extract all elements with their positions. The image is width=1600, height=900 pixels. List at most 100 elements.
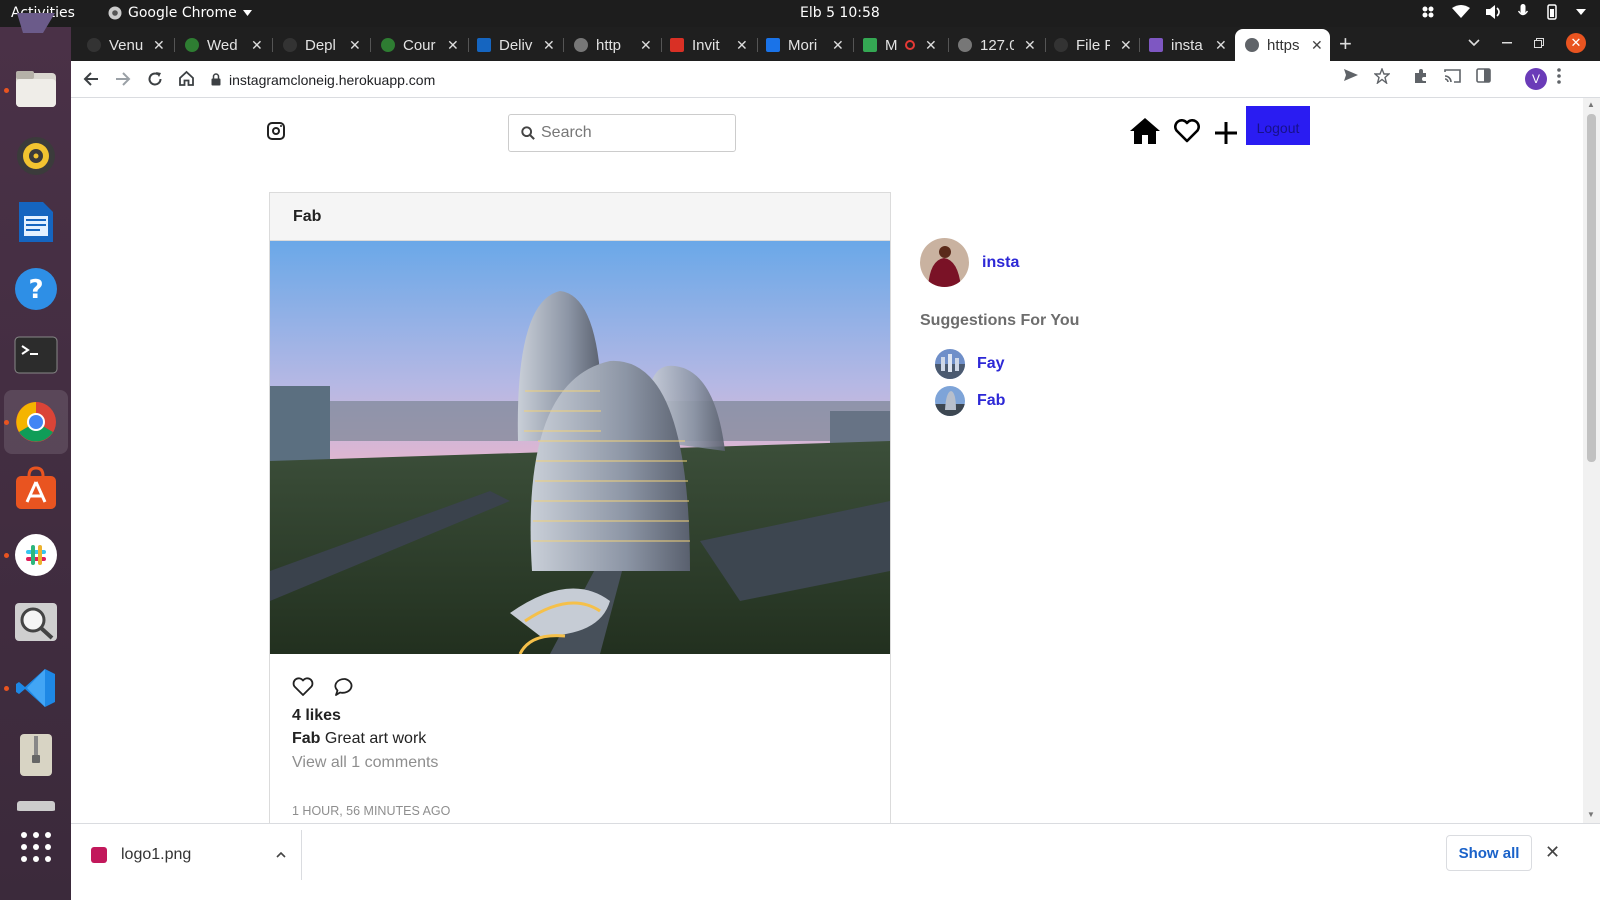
download-filename[interactable]: logo1.png: [121, 846, 191, 864]
tab-close-icon[interactable]: ✕: [1311, 37, 1323, 54]
new-tab-button[interactable]: +: [1339, 31, 1352, 57]
tab[interactable]: Wed ✕: [185, 29, 263, 61]
heart-icon[interactable]: [1173, 119, 1201, 143]
tab-active[interactable]: https ✕: [1235, 29, 1330, 61]
post-image[interactable]: [270, 241, 890, 654]
slack-tray-icon[interactable]: [1420, 4, 1436, 20]
tab-close-icon[interactable]: ✕: [640, 37, 652, 54]
caption-username[interactable]: Fab: [292, 730, 320, 747]
like-heart-icon[interactable]: [292, 677, 314, 697]
volume-icon[interactable]: [1486, 5, 1502, 19]
wifi-icon[interactable]: [1452, 5, 1470, 19]
instagram-logo-icon[interactable]: [267, 122, 285, 140]
system-menu-caret-icon[interactable]: [1576, 9, 1586, 15]
scroll-up-arrow-icon[interactable]: ▲: [1587, 100, 1595, 109]
more-vertical-icon[interactable]: [1557, 68, 1561, 84]
minimize-icon[interactable]: [1502, 42, 1512, 44]
dock-terminal[interactable]: [13, 332, 59, 378]
extensions-puzzle-icon[interactable]: [1413, 68, 1429, 84]
back-arrow-icon[interactable]: [83, 71, 99, 87]
tab[interactable]: File F ✕: [1054, 29, 1132, 61]
tab-close-icon[interactable]: ✕: [251, 37, 263, 54]
lock-icon[interactable]: [211, 73, 221, 86]
tab-close-icon[interactable]: ✕: [1120, 37, 1132, 54]
system-tray[interactable]: [1420, 4, 1586, 20]
suggestion-item[interactable]: Fay: [935, 349, 1005, 379]
tab-close-icon[interactable]: ✕: [832, 37, 844, 54]
search-box[interactable]: [508, 114, 736, 152]
dock-libreoffice-writer[interactable]: [13, 199, 59, 245]
page-scrollbar[interactable]: ▲ ▼: [1583, 98, 1600, 823]
tab-close-icon[interactable]: ✕: [153, 37, 165, 54]
tab-search-chevron-icon[interactable]: [1468, 39, 1480, 47]
forward-arrow-icon[interactable]: [115, 71, 131, 87]
show-all-button[interactable]: Show all: [1446, 835, 1532, 871]
url-text[interactable]: instagramcloneig.herokuapp.com: [229, 72, 435, 88]
tab[interactable]: insta ✕: [1149, 29, 1227, 61]
suggestion-item[interactable]: Fab: [935, 386, 1005, 416]
battery-icon[interactable]: [1544, 4, 1560, 20]
address-bar[interactable]: instagramcloneig.herokuapp.com: [211, 65, 1471, 94]
post-likes-count[interactable]: 4 likes: [292, 707, 341, 725]
tab-close-icon[interactable]: ✕: [925, 37, 937, 54]
download-item[interactable]: logo1.png: [91, 844, 303, 866]
tab[interactable]: Venu ✕: [87, 29, 165, 61]
avatar[interactable]: [935, 386, 965, 416]
tab[interactable]: Deliv ✕: [477, 29, 555, 61]
post-author[interactable]: Fab: [270, 193, 890, 241]
show-applications-button[interactable]: [13, 824, 59, 870]
microphone-icon[interactable]: [1518, 4, 1528, 20]
dock-google-chrome[interactable]: [13, 399, 59, 445]
dock-slack[interactable]: [13, 532, 59, 578]
tab-close-icon[interactable]: ✕: [447, 37, 459, 54]
suggestion-username[interactable]: Fab: [977, 392, 1005, 410]
scrollbar-thumb[interactable]: [1587, 114, 1596, 462]
tab-close-icon[interactable]: ✕: [543, 37, 555, 54]
current-username[interactable]: insta: [982, 254, 1019, 272]
tab-close-icon[interactable]: ✕: [349, 37, 361, 54]
tab[interactable]: Cour ✕: [381, 29, 459, 61]
tab[interactable]: M ✕: [863, 29, 937, 61]
chevron-up-icon[interactable]: [275, 849, 287, 861]
tab[interactable]: Mori ✕: [766, 29, 844, 61]
bookmark-star-icon[interactable]: [1374, 68, 1390, 84]
close-icon[interactable]: ✕: [1545, 842, 1560, 863]
logout-button[interactable]: Logout: [1246, 106, 1310, 145]
side-panel-icon[interactable]: [1476, 68, 1491, 83]
app-menu[interactable]: Google Chrome: [108, 5, 252, 21]
window-close-icon[interactable]: ✕: [1566, 33, 1586, 53]
tab[interactable]: Depl ✕: [283, 29, 361, 61]
dock-image-viewer[interactable]: [13, 599, 59, 645]
restore-icon[interactable]: [1534, 38, 1544, 48]
dock-partial-app-icon[interactable]: [13, 5, 59, 51]
dock-rhythmbox[interactable]: [13, 133, 59, 179]
profile-avatar[interactable]: V: [1525, 68, 1547, 90]
dock-archive-manager[interactable]: [13, 732, 59, 778]
clock[interactable]: Elb 5 10:58: [800, 5, 880, 21]
tab-close-icon[interactable]: ✕: [1024, 37, 1036, 54]
dock-help[interactable]: ?: [13, 266, 59, 312]
tab[interactable]: Invit ✕: [670, 29, 748, 61]
reload-icon[interactable]: [147, 71, 163, 87]
home-icon[interactable]: [1129, 117, 1161, 145]
suggestion-username[interactable]: Fay: [977, 355, 1005, 373]
send-icon[interactable]: [1343, 68, 1359, 82]
search-input[interactable]: [541, 124, 721, 142]
dock-files[interactable]: [13, 66, 59, 112]
dock-vscode[interactable]: [13, 665, 59, 711]
avatar[interactable]: [935, 349, 965, 379]
current-user[interactable]: insta: [920, 238, 1019, 287]
plus-icon[interactable]: [1214, 121, 1238, 145]
home-outline-icon[interactable]: [178, 70, 195, 87]
dock-partial-app-icon[interactable]: [13, 797, 59, 811]
tab-close-icon[interactable]: ✕: [736, 37, 748, 54]
comment-bubble-icon[interactable]: [334, 677, 356, 697]
tab[interactable]: 127.0 ✕: [958, 29, 1036, 61]
tab-close-icon[interactable]: ✕: [1215, 37, 1227, 54]
avatar[interactable]: [920, 238, 969, 287]
tab[interactable]: http ✕: [574, 29, 652, 61]
scroll-down-arrow-icon[interactable]: ▼: [1587, 810, 1595, 819]
view-comments-link[interactable]: View all 1 comments: [292, 754, 438, 772]
dock-ubuntu-software[interactable]: [13, 465, 59, 511]
cast-icon[interactable]: [1444, 68, 1461, 83]
